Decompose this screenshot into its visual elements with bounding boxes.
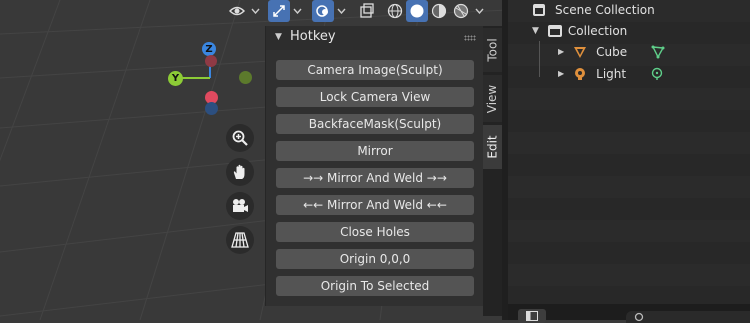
eye-icon [229, 6, 245, 16]
drag-grip-icon[interactable] [464, 35, 476, 41]
gizmo-axis-x-neg[interactable] [205, 55, 217, 67]
zoom-button[interactable] [226, 124, 254, 152]
shading-wireframe[interactable] [384, 0, 406, 22]
mesh-data-icon[interactable] [651, 45, 665, 59]
zoom-magnifier-icon [232, 130, 248, 146]
camera-image-sculpt-button[interactable]: Camera Image(Sculpt) [276, 60, 474, 80]
overlays-dropdown[interactable] [334, 0, 348, 22]
gizmo-axis-y-neg[interactable] [239, 71, 252, 84]
outliner: Scene Collection ▼ Collection ▶ Cube ▶ L… [508, 0, 750, 304]
expand-arrow-icon[interactable]: ▶ [558, 69, 564, 78]
scene-collection-icon [533, 3, 545, 16]
solid-sphere-icon [410, 4, 424, 18]
gizmo-axis-z[interactable]: Z [202, 42, 216, 56]
light-object-icon [575, 67, 586, 80]
outliner-row-scene-collection[interactable]: Scene Collection [508, 0, 750, 20]
hotkey-panel: ▼ Hotkey Camera Image(Sculpt) Lock Camer… [265, 26, 484, 306]
tab-tool-label: Tool [485, 38, 500, 62]
tab-view[interactable]: View [483, 75, 502, 122]
lock-camera-view-button[interactable]: Lock Camera View [276, 87, 474, 107]
outliner-row-collection[interactable]: ▼ Collection [508, 20, 750, 41]
shading-material[interactable] [428, 0, 450, 22]
camera-view-button[interactable] [226, 192, 254, 220]
chevron-down-icon [474, 8, 484, 14]
mirror-and-weld-left-button[interactable]: ←← Mirror And Weld ←← [276, 195, 474, 215]
grid-perspective-icon [231, 232, 249, 248]
camera-icon [233, 199, 248, 212]
outliner-row-cube[interactable]: ▶ Cube [508, 41, 750, 77]
perspective-toggle-button[interactable] [226, 226, 254, 254]
mirror-and-weld-right-button[interactable]: →→ Mirror And Weld →→ [276, 168, 474, 188]
origin-zero-button[interactable]: Origin 0,0,0 [276, 249, 474, 269]
3d-viewport[interactable]: Z Y ▼ Hotkey Camera Image(Sculpt) Lock C… [0, 0, 508, 320]
shading-dropdown[interactable] [472, 0, 486, 22]
hand-icon [233, 164, 245, 179]
chevron-down-icon [292, 8, 302, 14]
properties-header-strip [508, 304, 750, 323]
shading-solid[interactable] [406, 0, 428, 22]
editor-type-button[interactable] [518, 309, 546, 323]
collapse-arrow-icon[interactable]: ▼ [275, 32, 282, 42]
expand-arrow-icon[interactable]: ▶ [558, 47, 564, 56]
collection-label: Collection [567, 23, 628, 38]
material-sphere-icon [431, 3, 447, 19]
rendered-sphere-icon [453, 3, 469, 19]
pan-button[interactable] [226, 158, 254, 186]
tab-tool[interactable]: Tool [483, 28, 502, 72]
shading-rendered[interactable] [450, 0, 472, 22]
gizmo-dropdown[interactable] [290, 0, 304, 22]
cube-label: Cube [596, 44, 628, 59]
expand-arrow-icon[interactable]: ▼ [532, 26, 539, 36]
close-holes-button[interactable]: Close Holes [276, 222, 474, 242]
hotkey-panel-header[interactable]: ▼ Hotkey [266, 26, 484, 50]
visibility-dropdown[interactable] [248, 0, 262, 22]
gizmo-axis-y[interactable]: Y [168, 71, 183, 86]
overlays-icon [316, 5, 328, 17]
collection-icon [547, 24, 562, 37]
tab-edit-label: Edit [485, 135, 500, 159]
origin-to-selected-button[interactable]: Origin To Selected [276, 276, 474, 296]
visibility-toggle[interactable] [226, 0, 248, 22]
wireframe-sphere-icon [387, 3, 403, 19]
hotkey-panel-title: Hotkey [290, 29, 336, 44]
overlays-toggle[interactable] [312, 0, 334, 22]
gizmo-arrows-icon [273, 5, 285, 17]
backface-mask-sculpt-button[interactable]: BackfaceMask(Sculpt) [276, 114, 474, 134]
gizmo-toggle[interactable] [268, 0, 290, 22]
scene-collection-label: Scene Collection [555, 2, 655, 17]
outliner-row-light[interactable]: ▶ Light [508, 63, 750, 84]
xray-icon [360, 3, 374, 18]
chevron-down-icon [336, 8, 346, 14]
gizmo-axis-z-neg[interactable] [205, 102, 218, 115]
xray-toggle[interactable] [356, 0, 378, 22]
tab-view-label: View [485, 84, 500, 113]
search-icon [634, 312, 644, 322]
sidebar-tabs: Tool View Edit [483, 26, 502, 316]
mesh-object-icon [574, 46, 587, 58]
tab-edit[interactable]: Edit [483, 125, 502, 169]
chevron-down-icon [250, 8, 260, 14]
search-field[interactable] [626, 311, 750, 323]
mirror-button[interactable]: Mirror [276, 141, 474, 161]
light-data-icon[interactable] [650, 67, 664, 81]
light-label: Light [596, 66, 627, 81]
